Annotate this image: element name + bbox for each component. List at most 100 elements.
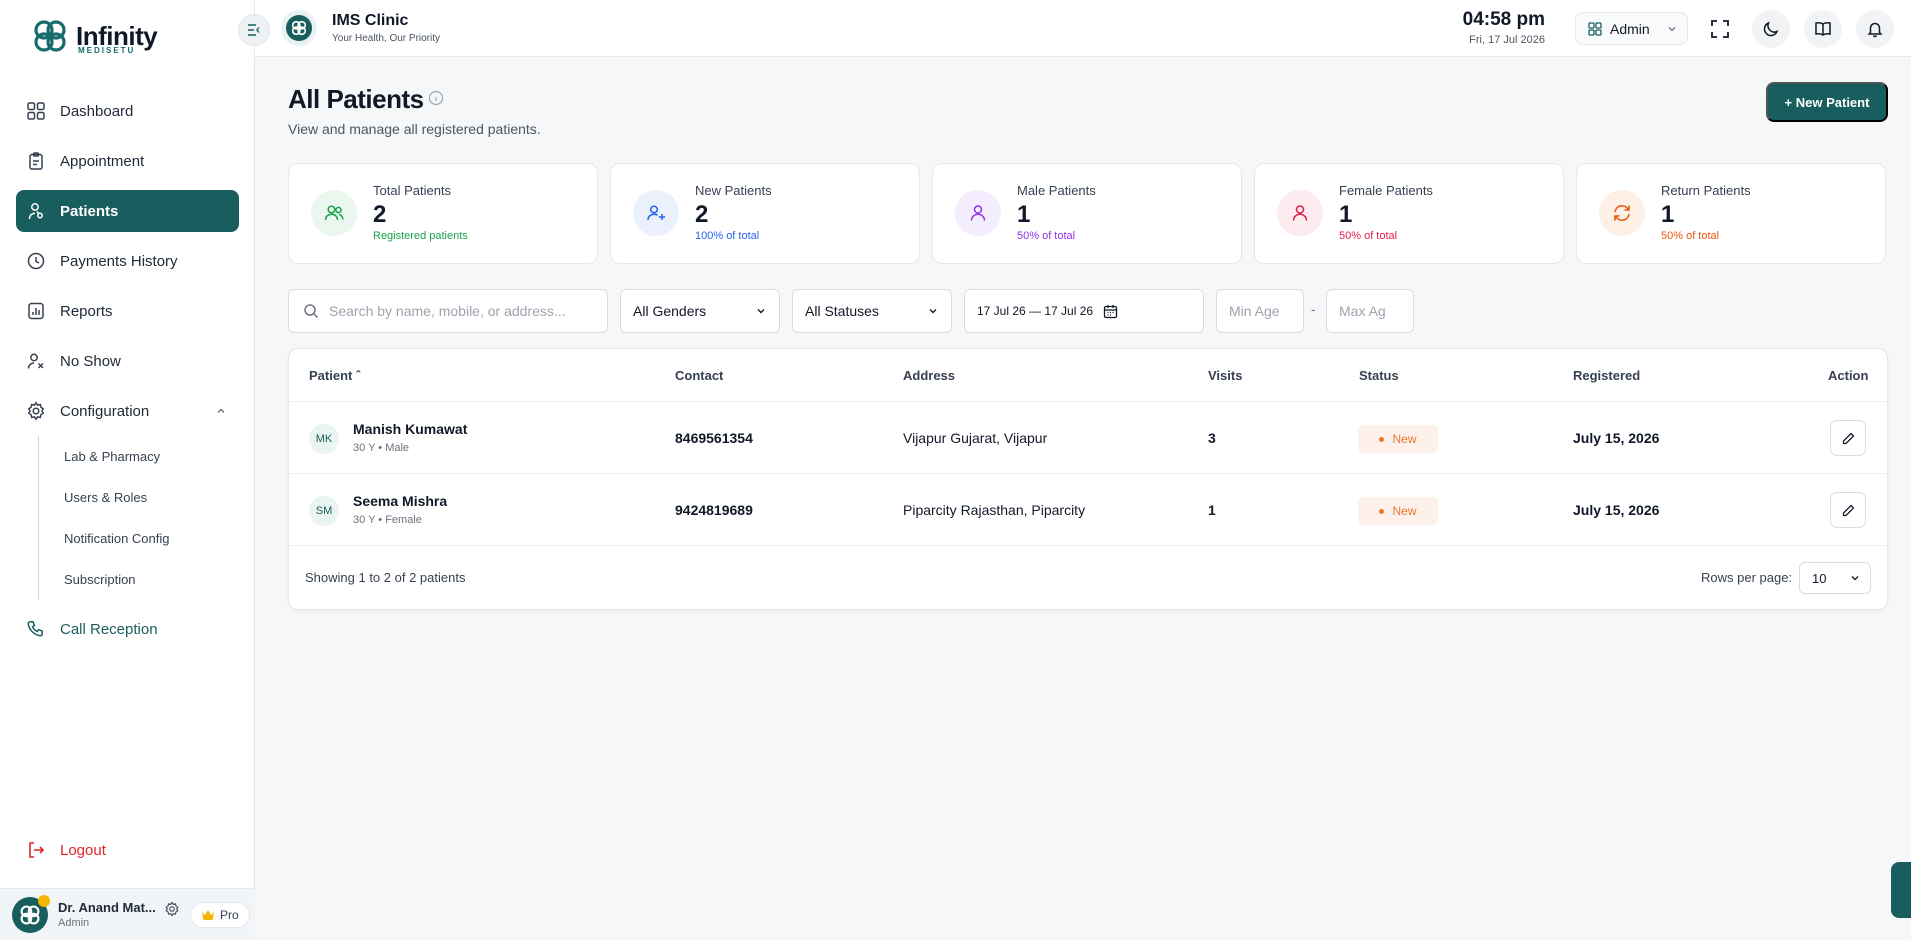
docs-button[interactable] bbox=[1804, 10, 1842, 48]
sidebar-item-appointment[interactable]: Appointment bbox=[16, 140, 239, 182]
submenu-item-subscription[interactable]: Subscription bbox=[39, 559, 239, 600]
patient-visits: 1 bbox=[1208, 502, 1216, 518]
sidebar-item-patients[interactable]: Patients bbox=[16, 190, 239, 232]
role-label: Admin bbox=[1610, 20, 1650, 37]
patient-meta: 30 Y • Male bbox=[353, 442, 410, 454]
status-select[interactable]: All Statuses bbox=[792, 289, 952, 333]
column-header-visits: Visits bbox=[1208, 368, 1243, 383]
book-icon bbox=[1815, 22, 1831, 36]
status-dot bbox=[1379, 436, 1385, 442]
brand-logo[interactable]: Infinity MEDISETU bbox=[30, 16, 158, 56]
sidebar-item-configuration[interactable]: Configuration bbox=[16, 390, 239, 432]
fullscreen-icon bbox=[1711, 20, 1729, 38]
date-range-value: 17 Jul 26 — 17 Jul 26 bbox=[977, 304, 1094, 318]
stat-note: 50% of total bbox=[1017, 230, 1076, 242]
stat-card-female-patients: Female Patients 1 50% of total bbox=[1254, 163, 1564, 264]
menu-collapse-icon bbox=[248, 24, 260, 36]
sidebar-item-call-reception[interactable]: Call Reception bbox=[16, 608, 239, 650]
fullscreen-button[interactable] bbox=[1701, 10, 1739, 48]
user-x-icon bbox=[27, 353, 44, 369]
chevron-up-icon[interactable] bbox=[215, 405, 227, 417]
notifications-button[interactable] bbox=[1856, 10, 1894, 48]
table-row[interactable]: SM Seema Mishra 30 Y • Female 9424819689… bbox=[289, 474, 1887, 546]
gender-select[interactable]: All Genders bbox=[620, 289, 780, 333]
logout-button[interactable]: Logout bbox=[26, 840, 106, 860]
sidebar-item-no-show[interactable]: No Show bbox=[16, 340, 239, 382]
min-age-placeholder: Min Age bbox=[1229, 303, 1280, 319]
stat-label: Male Patients bbox=[1017, 183, 1096, 198]
status-text: New bbox=[1392, 504, 1417, 518]
user-plus-icon bbox=[647, 205, 665, 221]
rows-per-page-select[interactable]: 10 bbox=[1799, 562, 1871, 594]
clipboard-icon bbox=[29, 152, 43, 170]
column-header-patient[interactable]: Patient ˆ bbox=[309, 368, 360, 383]
user-role: Admin bbox=[58, 917, 90, 929]
edit-patient-button[interactable] bbox=[1830, 420, 1866, 456]
configuration-submenu: Lab & Pharmacy Users & Roles Notificatio… bbox=[38, 436, 239, 600]
gear-icon bbox=[27, 401, 45, 421]
status-badge: New bbox=[1358, 497, 1438, 525]
current-date: Fri, 17 Jul 2026 bbox=[1469, 34, 1545, 46]
stat-label: Return Patients bbox=[1661, 183, 1751, 198]
status-value: All Statuses bbox=[805, 303, 879, 319]
clinic-tagline: Your Health, Our Priority bbox=[332, 33, 441, 44]
stat-card-new-patients: New Patients 2 100% of total bbox=[610, 163, 920, 264]
history-icon bbox=[27, 252, 45, 270]
stat-icon-bg bbox=[633, 190, 679, 236]
chevron-down-icon bbox=[757, 309, 765, 314]
support-widget-tab[interactable] bbox=[1891, 862, 1911, 918]
stats-row: Total Patients 2 Registered patients New… bbox=[288, 163, 1888, 264]
stat-card-return-patients: Return Patients 1 50% of total bbox=[1576, 163, 1886, 264]
role-switch-dropdown[interactable]: Admin bbox=[1575, 12, 1688, 45]
stat-note: 100% of total bbox=[695, 230, 760, 242]
calendar-icon bbox=[1103, 304, 1118, 318]
min-age-input[interactable]: Min Age bbox=[1216, 289, 1304, 333]
stat-note: 50% of total bbox=[1339, 230, 1398, 242]
logo-icon bbox=[34, 20, 66, 52]
settings-icon[interactable] bbox=[164, 901, 180, 917]
column-header-registered: Registered bbox=[1573, 368, 1641, 383]
date-range-picker[interactable]: 17 Jul 26 — 17 Jul 26 bbox=[964, 289, 1204, 333]
sidebar-item-reports[interactable]: Reports bbox=[16, 290, 239, 332]
theme-toggle-button[interactable] bbox=[1752, 10, 1790, 48]
search-input[interactable]: Search by name, mobile, or address... bbox=[288, 289, 608, 333]
table-row[interactable]: MK Manish Kumawat 30 Y • Male 8469561354… bbox=[289, 402, 1887, 474]
pencil-icon bbox=[1842, 432, 1854, 444]
column-header-status: Status bbox=[1359, 368, 1399, 383]
gender-value: All Genders bbox=[633, 303, 707, 319]
sidebar-item-label: Patients bbox=[60, 202, 119, 220]
sidebar-toggle-button[interactable] bbox=[238, 14, 270, 46]
refresh-icon bbox=[1614, 204, 1630, 222]
stat-value: 2 bbox=[373, 201, 387, 228]
search-placeholder: Search by name, mobile, or address... bbox=[329, 303, 566, 319]
patient-avatar: MK bbox=[309, 424, 339, 454]
chevron-down-icon bbox=[929, 309, 937, 314]
sidebar-item-payments-history[interactable]: Payments History bbox=[16, 240, 239, 282]
stat-note: Registered patients bbox=[373, 230, 468, 242]
user-name: Dr. Anand Mat... bbox=[58, 900, 156, 915]
edit-patient-button[interactable] bbox=[1830, 492, 1866, 528]
patient-name[interactable]: Manish Kumawat bbox=[353, 421, 467, 437]
patient-registered: July 15, 2026 bbox=[1573, 430, 1660, 446]
stat-icon-bg bbox=[955, 190, 1001, 236]
user-icon bbox=[1292, 205, 1308, 221]
clinic-logo bbox=[281, 10, 317, 46]
clinic-name: IMS Clinic bbox=[332, 12, 409, 29]
stat-card-male-patients: Male Patients 1 50% of total bbox=[932, 163, 1242, 264]
pagination-summary: Showing 1 to 2 of 2 patients bbox=[305, 570, 466, 585]
sidebar-item-label: Dashboard bbox=[60, 102, 134, 120]
sidebar: Infinity MEDISETU Dashboard Appointment … bbox=[0, 0, 255, 940]
submenu-item-lab-pharmacy[interactable]: Lab & Pharmacy bbox=[39, 436, 239, 477]
user-profile-card[interactable]: Dr. Anand Mat... Admin Pro bbox=[0, 888, 255, 940]
new-patient-button[interactable]: + New Patient bbox=[1766, 82, 1888, 122]
info-icon[interactable] bbox=[428, 90, 444, 106]
patients-table: Patient ˆ Contact Address Visits Status … bbox=[288, 348, 1888, 610]
max-age-input[interactable]: Max Ag bbox=[1326, 289, 1414, 333]
rows-per-page-label: Rows per page: bbox=[1701, 570, 1793, 585]
submenu-item-users-roles[interactable]: Users & Roles bbox=[39, 477, 239, 518]
sidebar-item-dashboard[interactable]: Dashboard bbox=[16, 90, 239, 132]
plan-badge: Pro bbox=[190, 902, 250, 928]
stat-value: 1 bbox=[1017, 201, 1031, 228]
patient-name[interactable]: Seema Mishra bbox=[353, 493, 447, 509]
submenu-item-notification-config[interactable]: Notification Config bbox=[39, 518, 239, 559]
